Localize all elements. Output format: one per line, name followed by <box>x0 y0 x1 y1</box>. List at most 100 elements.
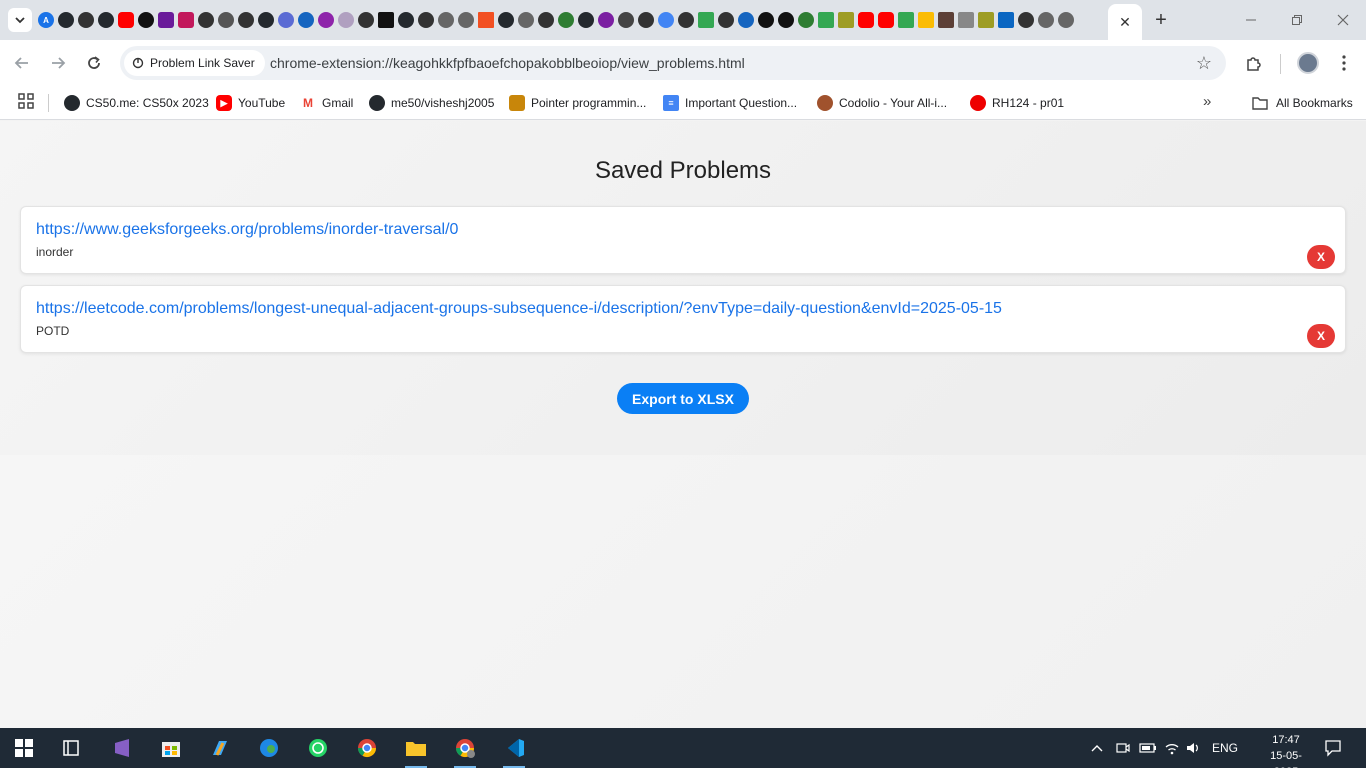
whatsapp-icon[interactable] <box>303 734 333 762</box>
pinned-tab-icon[interactable] <box>318 12 334 28</box>
vscode-icon[interactable] <box>499 734 529 768</box>
file-explorer-icon[interactable] <box>401 734 431 768</box>
task-view-button[interactable] <box>56 734 86 762</box>
bookmark-item[interactable]: RH124 - pr01 <box>970 92 1064 114</box>
bookmark-star-icon[interactable]: ☆ <box>1196 53 1212 73</box>
close-window-button[interactable] <box>1330 8 1356 32</box>
pinned-tab-icon[interactable] <box>618 12 634 28</box>
youtube-icon[interactable] <box>118 12 134 28</box>
chatgpt-icon[interactable] <box>638 12 654 28</box>
pinned-tab-icon[interactable] <box>1038 12 1054 28</box>
visual-studio-icon[interactable] <box>108 734 138 762</box>
notifications-button[interactable] <box>1324 728 1342 768</box>
microsoft-icon[interactable] <box>478 12 494 28</box>
pinned-tab-icon[interactable] <box>738 12 754 28</box>
menu-button[interactable] <box>1332 51 1356 75</box>
pinned-tab-icon[interactable] <box>438 12 454 28</box>
pinned-tab-icon[interactable] <box>978 12 994 28</box>
all-bookmarks-button[interactable]: All Bookmarks <box>1252 92 1353 114</box>
bookmark-item[interactable]: me50/visheshj2005 <box>369 92 494 114</box>
delete-button[interactable]: X <box>1307 324 1335 348</box>
chatgpt-icon[interactable] <box>718 12 734 28</box>
bookmark-item[interactable]: ≡ Important Question... <box>663 92 797 114</box>
forward-button[interactable] <box>46 51 70 75</box>
copilot-icon[interactable] <box>205 734 235 762</box>
battery-icon[interactable] <box>1139 728 1157 768</box>
youtube-icon[interactable] <box>878 12 894 28</box>
bookmark-item[interactable]: CS50.me: CS50x 2023 <box>64 92 209 114</box>
github-icon[interactable] <box>578 12 594 28</box>
back-button[interactable] <box>10 51 34 75</box>
clock[interactable]: 17:47 15-05-2025 <box>1262 732 1310 768</box>
new-tab-button[interactable]: + <box>1150 8 1172 32</box>
language-indicator[interactable]: ENG <box>1212 728 1238 768</box>
github-icon[interactable] <box>98 12 114 28</box>
chrome-icon[interactable] <box>352 734 382 762</box>
wifi-icon[interactable] <box>1164 728 1180 768</box>
bookmark-item[interactable]: M Gmail <box>300 92 353 114</box>
pinned-tab-icon[interactable] <box>458 12 474 28</box>
problem-link[interactable]: https://leetcode.com/problems/longest-un… <box>36 300 1002 318</box>
chatgpt-icon[interactable] <box>1018 12 1034 28</box>
chatgpt-icon[interactable] <box>538 12 554 28</box>
address-bar[interactable]: Problem Link Saver chrome-extension://ke… <box>120 46 1226 80</box>
pinned-tab-icon[interactable] <box>158 12 174 28</box>
drive-icon[interactable] <box>818 12 834 28</box>
volume-icon[interactable] <box>1186 728 1202 768</box>
start-button[interactable] <box>9 734 39 762</box>
drive-icon[interactable] <box>898 12 914 28</box>
pinned-tab-icon[interactable] <box>298 12 314 28</box>
show-hidden-icons-button[interactable] <box>1090 728 1104 768</box>
chrome-profile-icon[interactable] <box>450 734 480 768</box>
close-tab-icon[interactable]: ✕ <box>1119 14 1131 31</box>
reload-button[interactable] <box>82 51 106 75</box>
camera-icon[interactable] <box>1116 728 1130 768</box>
pinned-tab-icon[interactable] <box>938 12 954 28</box>
apps-grid-icon[interactable] <box>18 93 34 109</box>
chatgpt-icon[interactable] <box>418 12 434 28</box>
gfg-icon[interactable] <box>798 12 814 28</box>
pinned-tab-icon[interactable] <box>1058 12 1074 28</box>
delete-button[interactable]: X <box>1307 245 1335 269</box>
github-icon[interactable] <box>58 12 74 28</box>
chatgpt-icon[interactable] <box>678 12 694 28</box>
pinned-tab-icon[interactable] <box>558 12 574 28</box>
pinned-tab-icon[interactable]: A <box>38 12 54 28</box>
restore-button[interactable] <box>1284 8 1310 32</box>
export-xlsx-button[interactable]: Export to XLSX <box>617 383 749 414</box>
tuf-icon[interactable] <box>138 12 154 28</box>
bookmark-item[interactable]: Codolio - Your All-i... <box>817 92 947 114</box>
chatgpt-icon[interactable] <box>238 12 254 28</box>
teams-icon[interactable] <box>278 12 294 28</box>
active-tab[interactable]: ✕ <box>1108 4 1142 40</box>
pinned-tab-icon[interactable] <box>338 12 354 28</box>
chatgpt-icon[interactable] <box>358 12 374 28</box>
pinned-tab-icon[interactable] <box>958 12 974 28</box>
bookmark-item[interactable]: Pointer programmin... <box>509 92 646 114</box>
pinned-tab-icon[interactable] <box>378 12 394 28</box>
pinned-tab-icon[interactable] <box>178 12 194 28</box>
store-icon[interactable] <box>156 734 186 762</box>
minimize-button[interactable] <box>1238 8 1264 32</box>
edge-icon[interactable] <box>254 734 284 762</box>
pinned-tab-icon[interactable] <box>518 12 534 28</box>
tuf-icon[interactable] <box>758 12 774 28</box>
pinned-tab-icon[interactable] <box>838 12 854 28</box>
profile-avatar[interactable] <box>1297 52 1319 74</box>
site-info-chip[interactable]: Problem Link Saver <box>124 50 265 76</box>
bookmark-item[interactable]: ▶ YouTube <box>216 92 285 114</box>
github-icon[interactable] <box>498 12 514 28</box>
linkedin-icon[interactable] <box>998 12 1014 28</box>
more-bookmarks-button[interactable]: » <box>1203 93 1211 110</box>
chatgpt-icon[interactable] <box>78 12 94 28</box>
problem-link[interactable]: https://www.geeksforgeeks.org/problems/i… <box>36 221 458 239</box>
google-icon[interactable] <box>658 12 674 28</box>
github-icon[interactable] <box>398 12 414 28</box>
drive-icon[interactable] <box>698 12 714 28</box>
anthropic-icon[interactable] <box>218 12 234 28</box>
tab-search-button[interactable] <box>8 8 32 32</box>
tuf-icon[interactable] <box>778 12 794 28</box>
pinned-tab-icon[interactable] <box>598 12 614 28</box>
url-text[interactable]: chrome-extension://keagohkkfpfbaoefchopa… <box>270 55 745 71</box>
chatgpt-icon[interactable] <box>198 12 214 28</box>
